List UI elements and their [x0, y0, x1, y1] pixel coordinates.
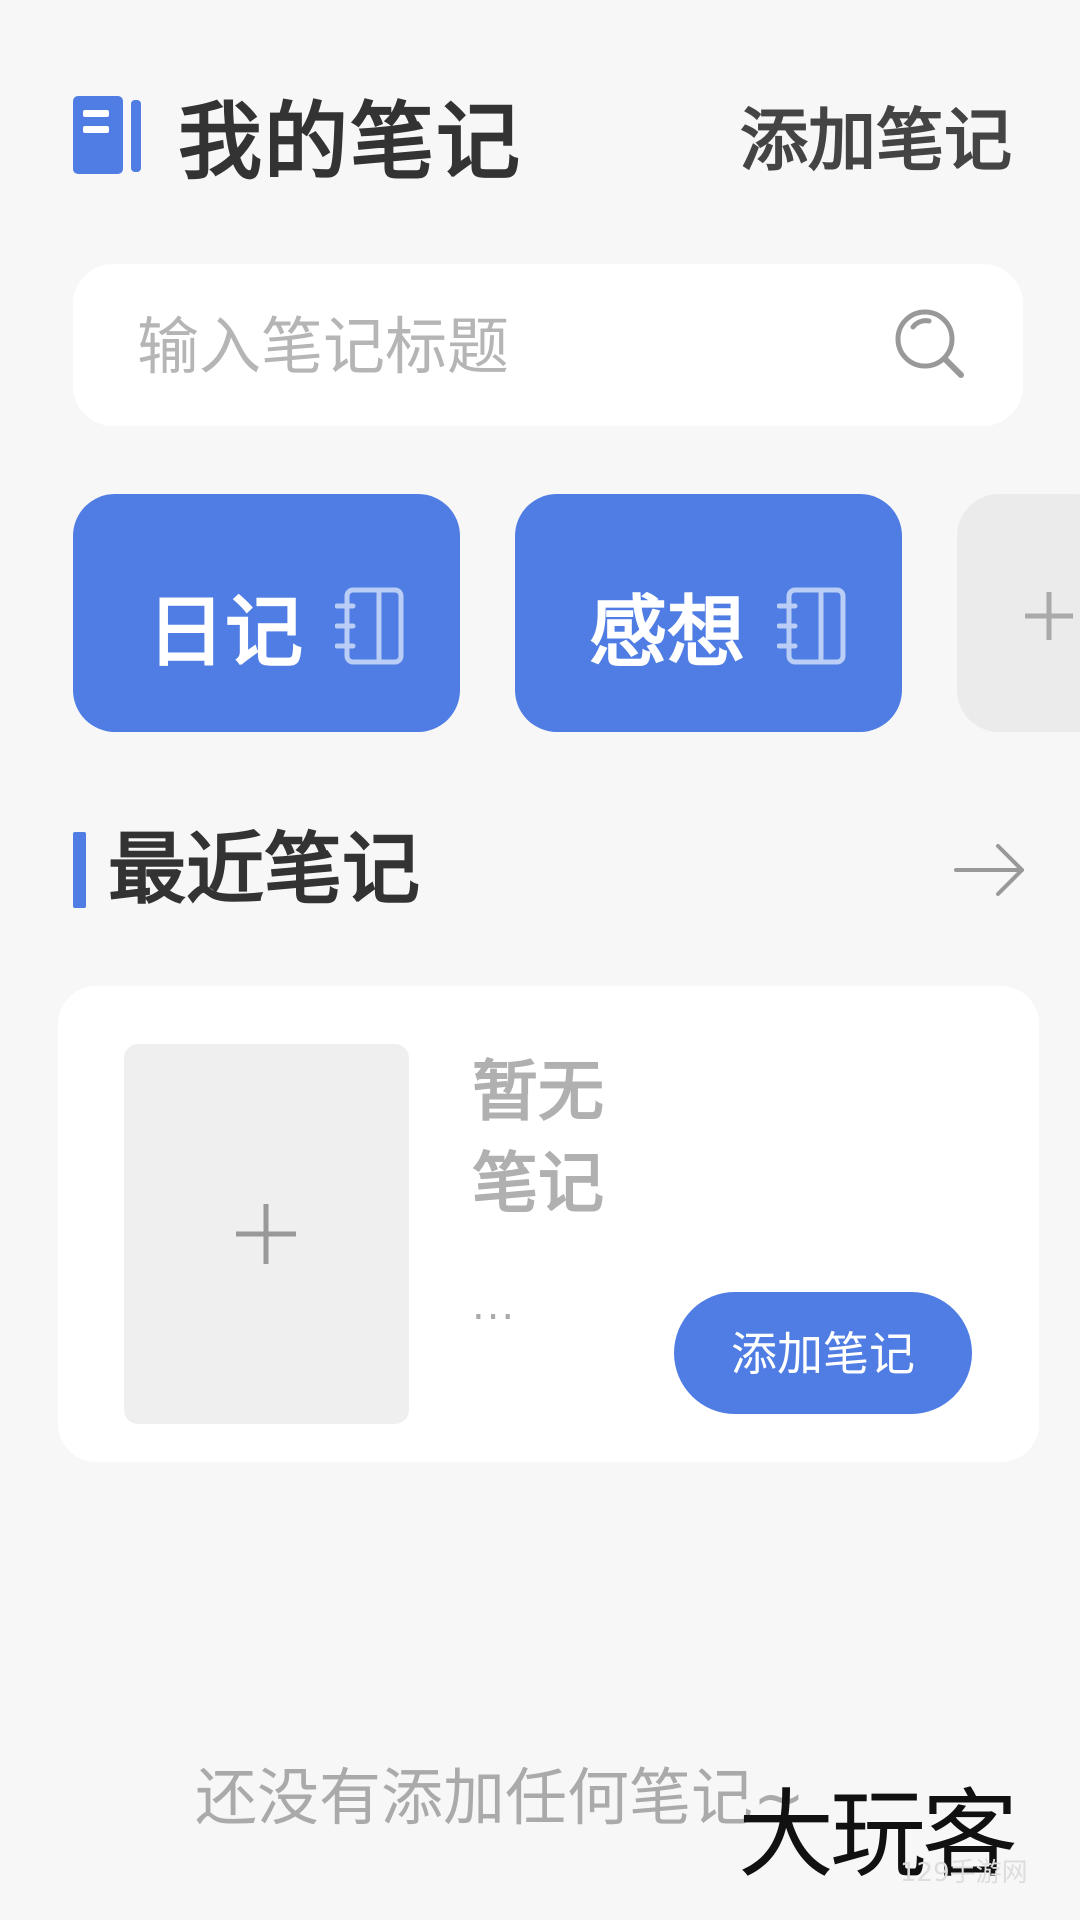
add-note-header-button[interactable]: 添加笔记	[740, 100, 1012, 184]
notebook-icon	[73, 96, 141, 174]
search-icon[interactable]	[893, 307, 967, 381]
search-input[interactable]	[135, 264, 899, 428]
recent-note-card: 暂无笔记 ... 添加笔记	[58, 986, 1039, 1462]
category-card-diary[interactable]: 日记	[73, 494, 460, 732]
category-label: 感想	[589, 588, 746, 678]
category-card-thoughts[interactable]: 感想	[515, 494, 902, 732]
notebook-icon	[777, 587, 846, 665]
add-category-button[interactable]	[957, 494, 1080, 732]
note-empty-title: 暂无笔记	[472, 1053, 604, 1222]
category-label: 日记	[147, 588, 304, 678]
plus-icon	[236, 1204, 296, 1264]
arrow-right-icon[interactable]	[954, 842, 1026, 898]
add-note-button[interactable]: 添加笔记	[674, 1292, 972, 1414]
watermark-subtext: 129手游网	[900, 1858, 1028, 1888]
plus-icon	[1025, 592, 1073, 640]
note-ellipsis: ...	[472, 1283, 517, 1329]
page-title: 我的笔记	[178, 93, 523, 191]
search-bar	[73, 264, 1023, 428]
empty-hint: 还没有添加任何笔记~	[195, 1761, 805, 1834]
section-title: 最近笔记	[108, 825, 421, 915]
note-thumbnail-add[interactable]	[124, 1044, 409, 1424]
section-accent-bar	[73, 832, 86, 908]
notebook-icon	[335, 587, 404, 665]
